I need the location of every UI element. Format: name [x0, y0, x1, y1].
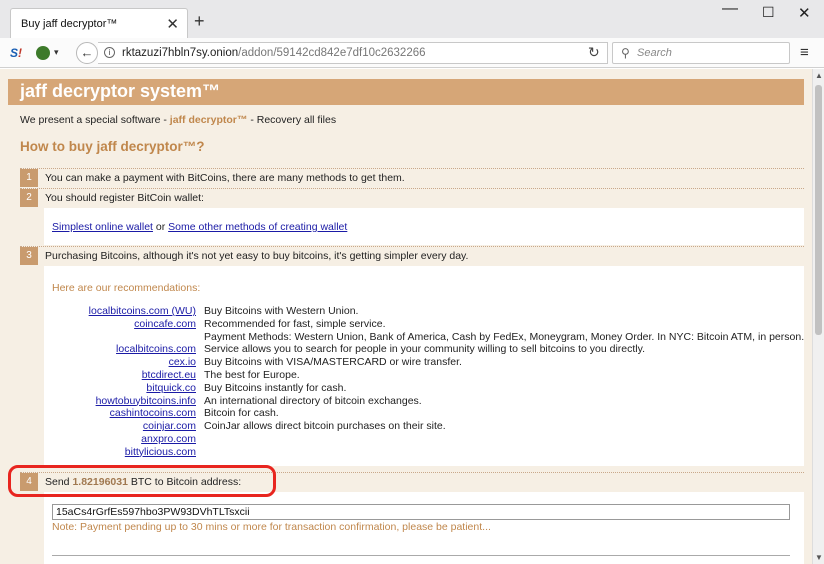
recommendations-panel: Here are our recommendations: localbitco…: [44, 266, 804, 466]
search-placeholder: Search: [637, 47, 672, 59]
recommendation-row: bitquick.co Buy Bitcoins instantly for ca…: [44, 382, 804, 395]
wallet-panel: Simplest online wallet or Some other met…: [44, 208, 804, 245]
scroll-down-icon[interactable]: ▼: [815, 553, 823, 562]
step-text: You can make a payment with BitCoins, th…: [45, 172, 405, 184]
back-button[interactable]: ←: [76, 42, 98, 64]
url-host: rktazuzi7hbln7sy.onion: [122, 47, 239, 59]
step-number: 3: [20, 247, 38, 265]
recommendation-description: Recommended for fast, simple service.: [204, 317, 386, 330]
recommendation-row: anxpro.com: [44, 433, 804, 446]
page-content: jaff decryptor system™ We present a spec…: [0, 69, 812, 564]
red-highlight-annotation: [8, 465, 276, 497]
recommendation-description: The best for Europe.: [204, 369, 300, 381]
recommendation-row: localbitcoins.com (WU) Buy Bitcoins with …: [44, 305, 804, 318]
site-header: jaff decryptor system™: [8, 79, 804, 105]
info-icon[interactable]: i: [104, 47, 115, 58]
step-number: 2: [20, 189, 38, 207]
intro-suffix: - Recovery all files: [247, 114, 337, 126]
recommendation-site-link[interactable]: bittylicious.com: [125, 446, 196, 458]
recommendation-description: Bitcoin for cash.: [204, 407, 279, 420]
step-number: 1: [20, 169, 38, 187]
recommendation-row: cex.io Buy Bitcoins with VISA/MASTERCARD …: [44, 356, 804, 369]
recommendation-site-link[interactable]: howtobuybitcoins.info: [96, 395, 196, 407]
window-minimize-button[interactable]: —: [722, 0, 738, 18]
tor-onion-icon[interactable]: [36, 46, 50, 60]
step-3: 3 Purchasing Bitcoins, although it's not…: [20, 246, 804, 265]
window-close-button[interactable]: ✕: [798, 4, 811, 22]
recommendation-site-link[interactable]: cex.io: [169, 356, 196, 368]
recommendations-heading: Here are our recommendations:: [52, 282, 201, 294]
intro-text: We present a special software - jaff dec…: [20, 114, 336, 126]
recommendation-site-link[interactable]: bitquick.co: [146, 382, 196, 394]
other-wallet-methods-link[interactable]: Some other methods of creating wallet: [168, 221, 347, 233]
new-tab-icon[interactable]: +: [194, 12, 205, 30]
recommendation-site-link[interactable]: coincafe.com: [134, 318, 196, 330]
how-to-buy-heading: How to buy jaff decryptor™?: [20, 139, 205, 154]
recommendation-row: bittylicious.com: [44, 446, 804, 459]
recommendation-description: Service allows you to search for people …: [204, 343, 645, 356]
step-text: Purchasing Bitcoins, although it's not y…: [45, 250, 469, 262]
hamburger-menu-icon[interactable]: ≡: [800, 44, 809, 61]
recommendation-row: Payment Methods: Western Union, Bank of …: [44, 331, 804, 344]
noscript-icon[interactable]: S!: [10, 46, 22, 60]
recommendation-site-link[interactable]: anxpro.com: [141, 433, 196, 445]
vertical-scrollbar[interactable]: ▲ ▼: [812, 69, 824, 564]
recommendation-site-link[interactable]: localbitcoins.com: [116, 343, 196, 355]
recommendation-site-link[interactable]: btcdirect.eu: [142, 369, 196, 381]
search-icon: ⚲: [621, 46, 630, 60]
browser-tab[interactable]: Buy jaff decryptor™ ✕: [10, 8, 188, 38]
search-input[interactable]: ⚲ Search: [612, 42, 790, 64]
recommendation-row: coincafe.com Recommended for fast, simple…: [44, 318, 804, 331]
recommendation-description: Buy Bitcoins instantly for cash.: [204, 381, 347, 394]
recommendation-row: cashintocoins.com Bitcoin for cash.: [44, 407, 804, 420]
browser-titlebar: Buy jaff decryptor™ ✕ + — ☐ ✕: [0, 0, 824, 38]
recommendation-row: coinjar.com CoinJar allows direct bitcoin…: [44, 420, 804, 433]
address-panel: 15aCs4rGrfEs597hbo3PW93DVhTLTsxcii Note:…: [44, 492, 804, 564]
url-text[interactable]: rktazuzi7hbln7sy.onion/addon/59142cd842e…: [122, 47, 426, 59]
bitcoin-address-field[interactable]: 15aCs4rGrfEs597hbo3PW93DVhTLTsxcii: [52, 504, 790, 520]
reload-icon[interactable]: ↻: [588, 44, 600, 61]
intro-brand: jaff decryptor™: [169, 114, 248, 126]
recommendation-description: Buy Bitcoins with Western Union.: [204, 305, 359, 317]
recommendation-row: btcdirect.eu The best for Europe.: [44, 369, 804, 382]
recommendation-site-link[interactable]: localbitcoins.com (WU): [89, 305, 196, 317]
step-2: 2 You should register BitCoin wallet:: [20, 188, 804, 207]
intro-prefix: We present a special software -: [20, 114, 170, 126]
recommendation-row: localbitcoins.com Service allows you to s…: [44, 343, 804, 356]
window-maximize-button[interactable]: ☐: [762, 4, 775, 21]
recommendation-description: CoinJar allows direct bitcoin purchases …: [204, 420, 446, 433]
scrollbar-thumb[interactable]: [815, 85, 822, 335]
scroll-up-icon[interactable]: ▲: [815, 71, 823, 80]
chevron-down-icon[interactable]: ▾: [54, 47, 59, 58]
recommendation-site-link[interactable]: cashintocoins.com: [110, 407, 196, 419]
bitcoin-address[interactable]: 15aCs4rGrfEs597hbo3PW93DVhTLTsxcii: [56, 506, 250, 518]
tab-close-icon[interactable]: ✕: [166, 15, 179, 33]
wallet-or: or: [152, 221, 169, 233]
recommendation-description: Payment Methods: Western Union, Bank of …: [204, 330, 805, 343]
tab-title: Buy jaff decryptor™: [21, 18, 118, 30]
step-1: 1 You can make a payment with BitCoins, …: [20, 168, 804, 187]
recommendation-site-link[interactable]: coinjar.com: [143, 420, 196, 432]
wallet-links: Simplest online wallet or Some other met…: [52, 221, 347, 233]
url-bar[interactable]: i rktazuzi7hbln7sy.onion/addon/59142cd84…: [98, 42, 608, 64]
recommendation-description: Buy Bitcoins with VISA/MASTERCARD or wir…: [204, 356, 462, 369]
recommendation-row: howtobuybitcoins.info An international di…: [44, 395, 804, 408]
simplest-wallet-link[interactable]: Simplest online wallet: [52, 221, 153, 233]
step-text: You should register BitCoin wallet:: [45, 192, 204, 204]
url-path: /addon/59142cd842e7df10c2632266: [238, 47, 426, 59]
transaction-table-header: [52, 555, 790, 564]
site-title: jaff decryptor system™: [20, 81, 221, 101]
recommendation-description: An international directory of bitcoin ex…: [204, 394, 422, 407]
payment-note: Note: Payment pending up to 30 mins or m…: [52, 521, 491, 533]
